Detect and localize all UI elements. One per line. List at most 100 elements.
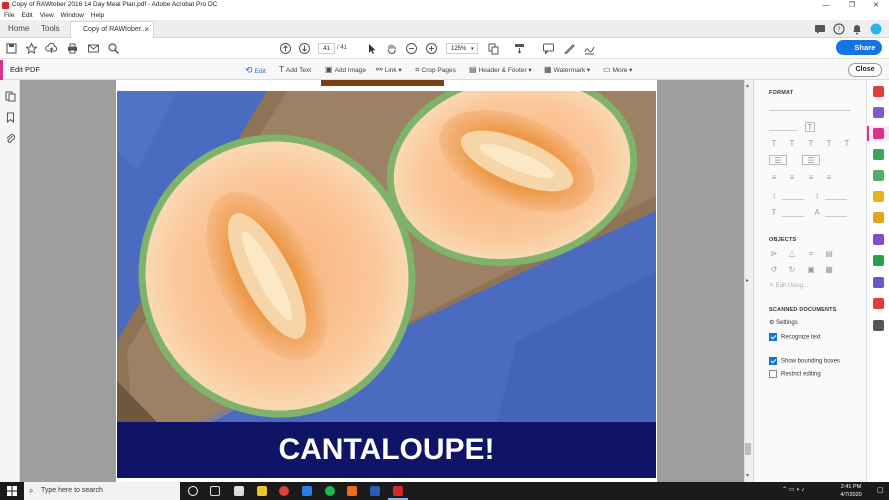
file-explorer-icon[interactable] <box>257 486 267 496</box>
justify-icon[interactable]: ≡ <box>824 173 834 183</box>
taskbar-search-input[interactable]: ⌕ Type here to search <box>24 482 180 500</box>
underline-text-icon[interactable]: T <box>806 139 816 149</box>
compress-pdf-icon[interactable] <box>873 298 884 309</box>
combine-files-icon[interactable] <box>873 107 884 118</box>
menu-window[interactable]: Window <box>61 12 84 19</box>
character-spacing-icon[interactable]: A <box>812 208 822 218</box>
line-spacing-select[interactable] <box>782 192 804 200</box>
link-button[interactable]: ⚯ Link ▾ <box>376 60 402 81</box>
previous-page-icon[interactable] <box>279 42 292 55</box>
banner-title[interactable]: CANTALOUPE! <box>117 422 656 478</box>
close-edit-button[interactable]: Close <box>848 63 882 77</box>
comment-tool-icon[interactable] <box>542 42 555 55</box>
edge-icon[interactable] <box>302 486 312 496</box>
more-tools-icon[interactable] <box>873 320 884 331</box>
minimize-button[interactable]: — <box>814 0 838 11</box>
align-left-icon[interactable]: ≡ <box>769 173 779 183</box>
line-spacing-icon[interactable]: ↕ <box>769 191 779 201</box>
photoshop-icon[interactable] <box>370 486 380 496</box>
select-cursor-icon[interactable] <box>365 42 378 55</box>
collapse-right-pane-icon[interactable]: ▸ <box>746 277 749 284</box>
send-for-review-icon[interactable] <box>873 191 884 202</box>
menu-edit[interactable]: Edit <box>21 12 32 19</box>
attachment-icon[interactable] <box>5 133 16 144</box>
scroll-up-icon[interactable]: ▴ <box>746 82 749 89</box>
sign-icon[interactable] <box>583 42 596 55</box>
search-icon[interactable] <box>107 42 120 55</box>
more-button[interactable]: ▭ More ▾ <box>603 60 632 81</box>
font-family-select[interactable] <box>769 102 851 111</box>
windows-start-icon[interactable] <box>7 486 17 496</box>
share-button[interactable]: 👤 Share <box>836 40 882 55</box>
add-image-button[interactable]: ▣ Add Image <box>325 60 366 81</box>
restrict-editing-checkbox[interactable]: Restrict editing <box>769 370 821 378</box>
font-size-select[interactable] <box>769 122 797 131</box>
help-icon[interactable]: ? <box>833 23 845 35</box>
menu-view[interactable]: View <box>40 12 54 19</box>
bookmark-icon[interactable] <box>5 112 16 123</box>
page-number-input[interactable]: 41 <box>318 43 335 54</box>
notification-bell-icon[interactable] <box>851 23 863 35</box>
align-center-icon[interactable]: ≡ <box>787 173 797 183</box>
page-thumbnails-icon[interactable] <box>5 91 16 102</box>
scrollbar-thumb[interactable] <box>745 443 751 455</box>
text-color-icon[interactable]: T <box>805 122 815 132</box>
align-right-icon[interactable]: ≡ <box>806 173 816 183</box>
replace-image-icon[interactable]: ▣ <box>806 265 816 275</box>
organize-pages-icon[interactable] <box>873 170 884 181</box>
settings-button[interactable]: ⚙ Settings <box>769 319 798 326</box>
rotate-left-icon[interactable]: ↺ <box>769 265 779 275</box>
illustrator-icon[interactable] <box>347 486 357 496</box>
align-objects-icon[interactable]: ▤ <box>824 249 834 259</box>
fill-sign-icon[interactable] <box>873 234 884 245</box>
star-icon[interactable] <box>25 42 38 55</box>
scroll-down-icon[interactable]: ▾ <box>746 472 749 479</box>
edit-tool-button[interactable]: ⟲ Edit <box>245 60 266 82</box>
edit-pdf-tool[interactable] <box>867 126 889 141</box>
paragraph-spacing-select[interactable] <box>825 192 847 200</box>
acrobat-taskbar-icon[interactable] <box>393 486 403 496</box>
upload-cloud-icon[interactable] <box>45 42 58 55</box>
crop-image-icon[interactable]: ⌗ <box>806 249 816 259</box>
calculator-icon[interactable] <box>234 486 244 496</box>
horizontal-scaling-icon[interactable]: T <box>769 208 779 218</box>
horizontal-scaling-select[interactable] <box>782 209 804 217</box>
zoom-in-icon[interactable] <box>425 42 438 55</box>
bullet-list-icon[interactable]: ☰ <box>769 155 787 165</box>
create-pdf-icon[interactable] <box>873 86 884 97</box>
cortana-icon[interactable] <box>188 486 198 496</box>
subscript-icon[interactable]: T <box>842 139 852 149</box>
bold-text-icon[interactable]: T <box>769 139 779 149</box>
show-bounding-boxes-checkbox[interactable]: Show bounding boxes <box>769 357 840 365</box>
close-tab-icon[interactable]: × <box>144 22 149 38</box>
superscript-icon[interactable]: T <box>824 139 834 149</box>
edit-using-select[interactable]: ✎ Edit Using... <box>769 282 808 289</box>
flip-horizontal-icon[interactable]: △ <box>787 249 797 259</box>
tab-tools[interactable]: Tools <box>41 20 60 38</box>
menu-help[interactable]: Help <box>91 12 104 19</box>
comment-icon[interactable] <box>814 23 826 35</box>
add-text-button[interactable]: T Add Text <box>279 60 311 81</box>
comment-rail-icon[interactable] <box>873 212 884 223</box>
protect-icon[interactable] <box>873 277 884 288</box>
recognize-text-checkbox[interactable]: Recognize text <box>769 333 821 341</box>
hand-tool-icon[interactable] <box>385 42 398 55</box>
watermark-button[interactable]: ▦ Watermark ▾ <box>544 60 590 81</box>
maximize-button[interactable]: ❐ <box>840 0 864 11</box>
scroll-mode-icon[interactable] <box>513 42 526 55</box>
arrange-objects-icon[interactable]: ▦ <box>824 265 834 275</box>
tab-home[interactable]: Home <box>8 20 29 38</box>
user-avatar-icon[interactable] <box>870 23 882 35</box>
email-icon[interactable] <box>87 42 100 55</box>
close-window-button[interactable]: ✕ <box>864 0 888 11</box>
zoom-out-icon[interactable] <box>405 42 418 55</box>
character-spacing-select[interactable] <box>825 209 847 217</box>
system-tray-icons[interactable]: ⌃ ▭ ◖ ♪ <box>782 486 804 493</box>
next-page-icon[interactable] <box>298 42 311 55</box>
highlight-pen-icon[interactable] <box>563 42 576 55</box>
chrome-icon[interactable] <box>279 486 289 496</box>
crop-pages-button[interactable]: ⌗ Crop Pages <box>415 60 456 81</box>
menu-file[interactable]: File <box>4 12 14 19</box>
page-display-icon[interactable] <box>487 42 500 55</box>
export-pdf-icon[interactable] <box>873 149 884 160</box>
